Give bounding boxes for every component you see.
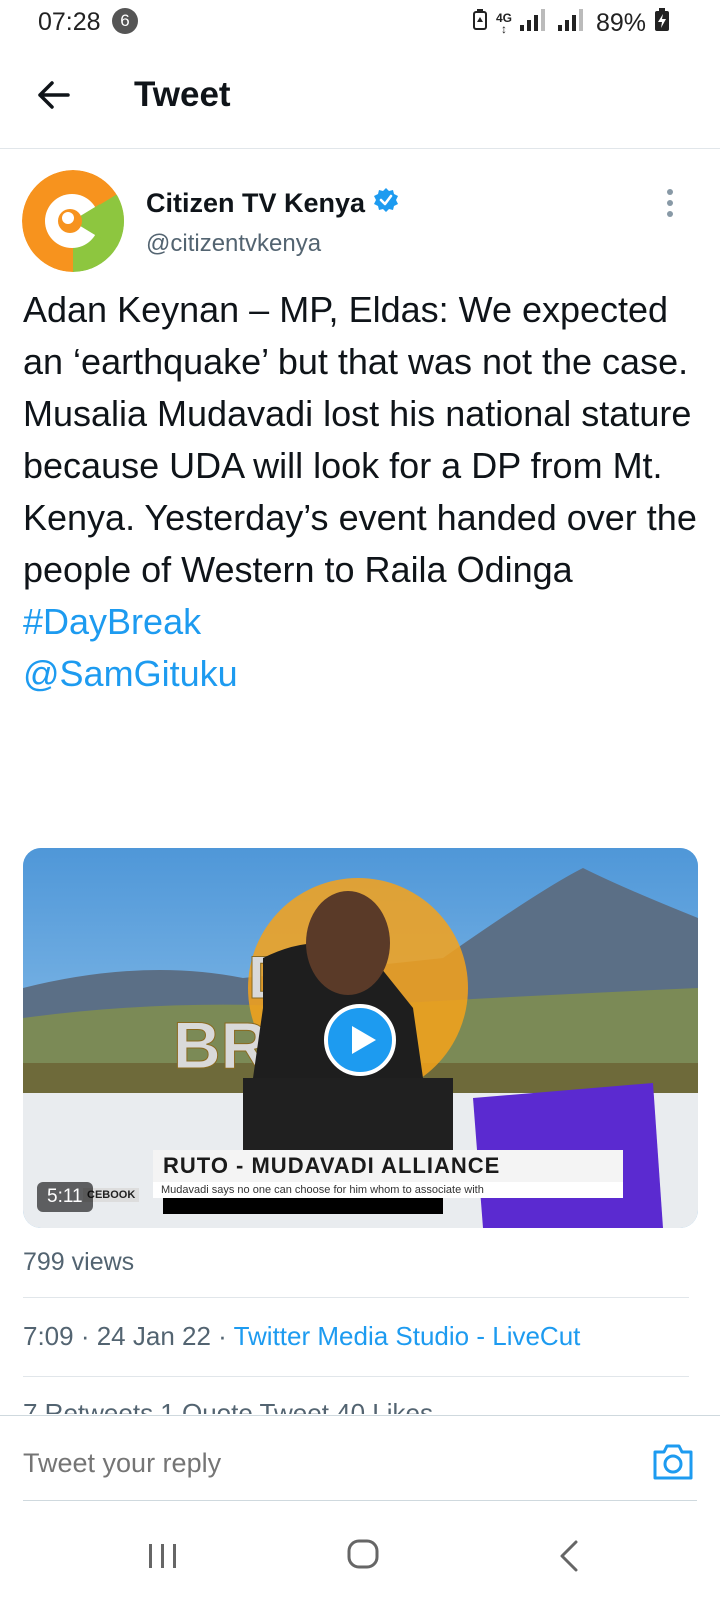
verified-badge-icon [373,187,399,220]
signal-icon [519,9,550,38]
chevron-left-icon [560,1540,578,1572]
status-time: 07:28 [38,8,101,36]
home-button[interactable] [345,1536,381,1572]
more-options-button[interactable] [660,188,680,218]
overlay-ticker-bar [163,1198,443,1214]
page-title: Tweet [134,75,231,114]
source-link[interactable]: Twitter Media Studio - LiveCut [234,1321,581,1351]
recents-icon [149,1544,176,1568]
view-count: 799 views [23,1248,135,1276]
author-name-row[interactable]: Citizen TV Kenya [146,187,399,220]
arrow-left-icon [38,81,70,109]
video-player[interactable]: DAY BREAK RUTO - MUDAVADI ALLIANCE Mudav… [23,848,698,1228]
reply-bar-divider [0,1415,720,1416]
header-divider [0,148,720,149]
reply-bar-underline [23,1500,697,1501]
author-handle[interactable]: @citizentvkenya [146,230,321,258]
author-name[interactable]: Citizen TV Kenya [146,188,365,219]
overlay-subtitle: Mudavadi says no one can choose for him … [153,1182,623,1198]
avatar[interactable] [22,170,124,272]
tweet-body: Adan Keynan – MP, Eldas: We expected an … [23,284,703,700]
divider [23,1376,689,1377]
system-back-button[interactable] [552,1538,588,1574]
tweet-text: Adan Keynan – MP, Eldas: We expected an … [23,289,697,590]
play-icon[interactable] [324,1004,396,1076]
more-vertical-icon [667,189,673,217]
reply-input[interactable] [23,1448,583,1479]
notification-count-badge: 6 [112,8,138,34]
home-icon [347,1539,379,1569]
engagement-counts[interactable]: 7 Retweets 1 Quote Tweet 40 Likes [23,1398,433,1414]
camera-button[interactable] [651,1442,695,1482]
tweet-date[interactable]: 24 Jan 22 [97,1321,211,1351]
divider [23,1297,689,1298]
network-type-icon: 4G ↕ [495,10,512,36]
battery-saver-icon [472,9,488,38]
tweet-time[interactable]: 7:09 [23,1321,74,1351]
recent-apps-button[interactable] [145,1538,181,1574]
camera-icon [653,1444,693,1480]
battery-charging-icon [654,8,670,39]
status-right-cluster: 4G ↕ 89% [472,8,670,39]
video-duration: 5:11 [37,1182,93,1212]
news-lower-third: RUTO - MUDAVADI ALLIANCE Mudavadi says n… [153,1150,623,1214]
mention-link[interactable]: @SamGituku [23,648,703,700]
battery-percent: 89% [595,9,646,37]
tweet-meta: 7:09 · 24 Jan 22 · Twitter Media Studio … [23,1321,581,1351]
back-button[interactable] [30,72,76,118]
hashtag-link[interactable]: #DayBreak [23,596,703,648]
overlay-title: RUTO - MUDAVADI ALLIANCE [153,1150,623,1182]
signal-icon-2 [557,9,588,38]
